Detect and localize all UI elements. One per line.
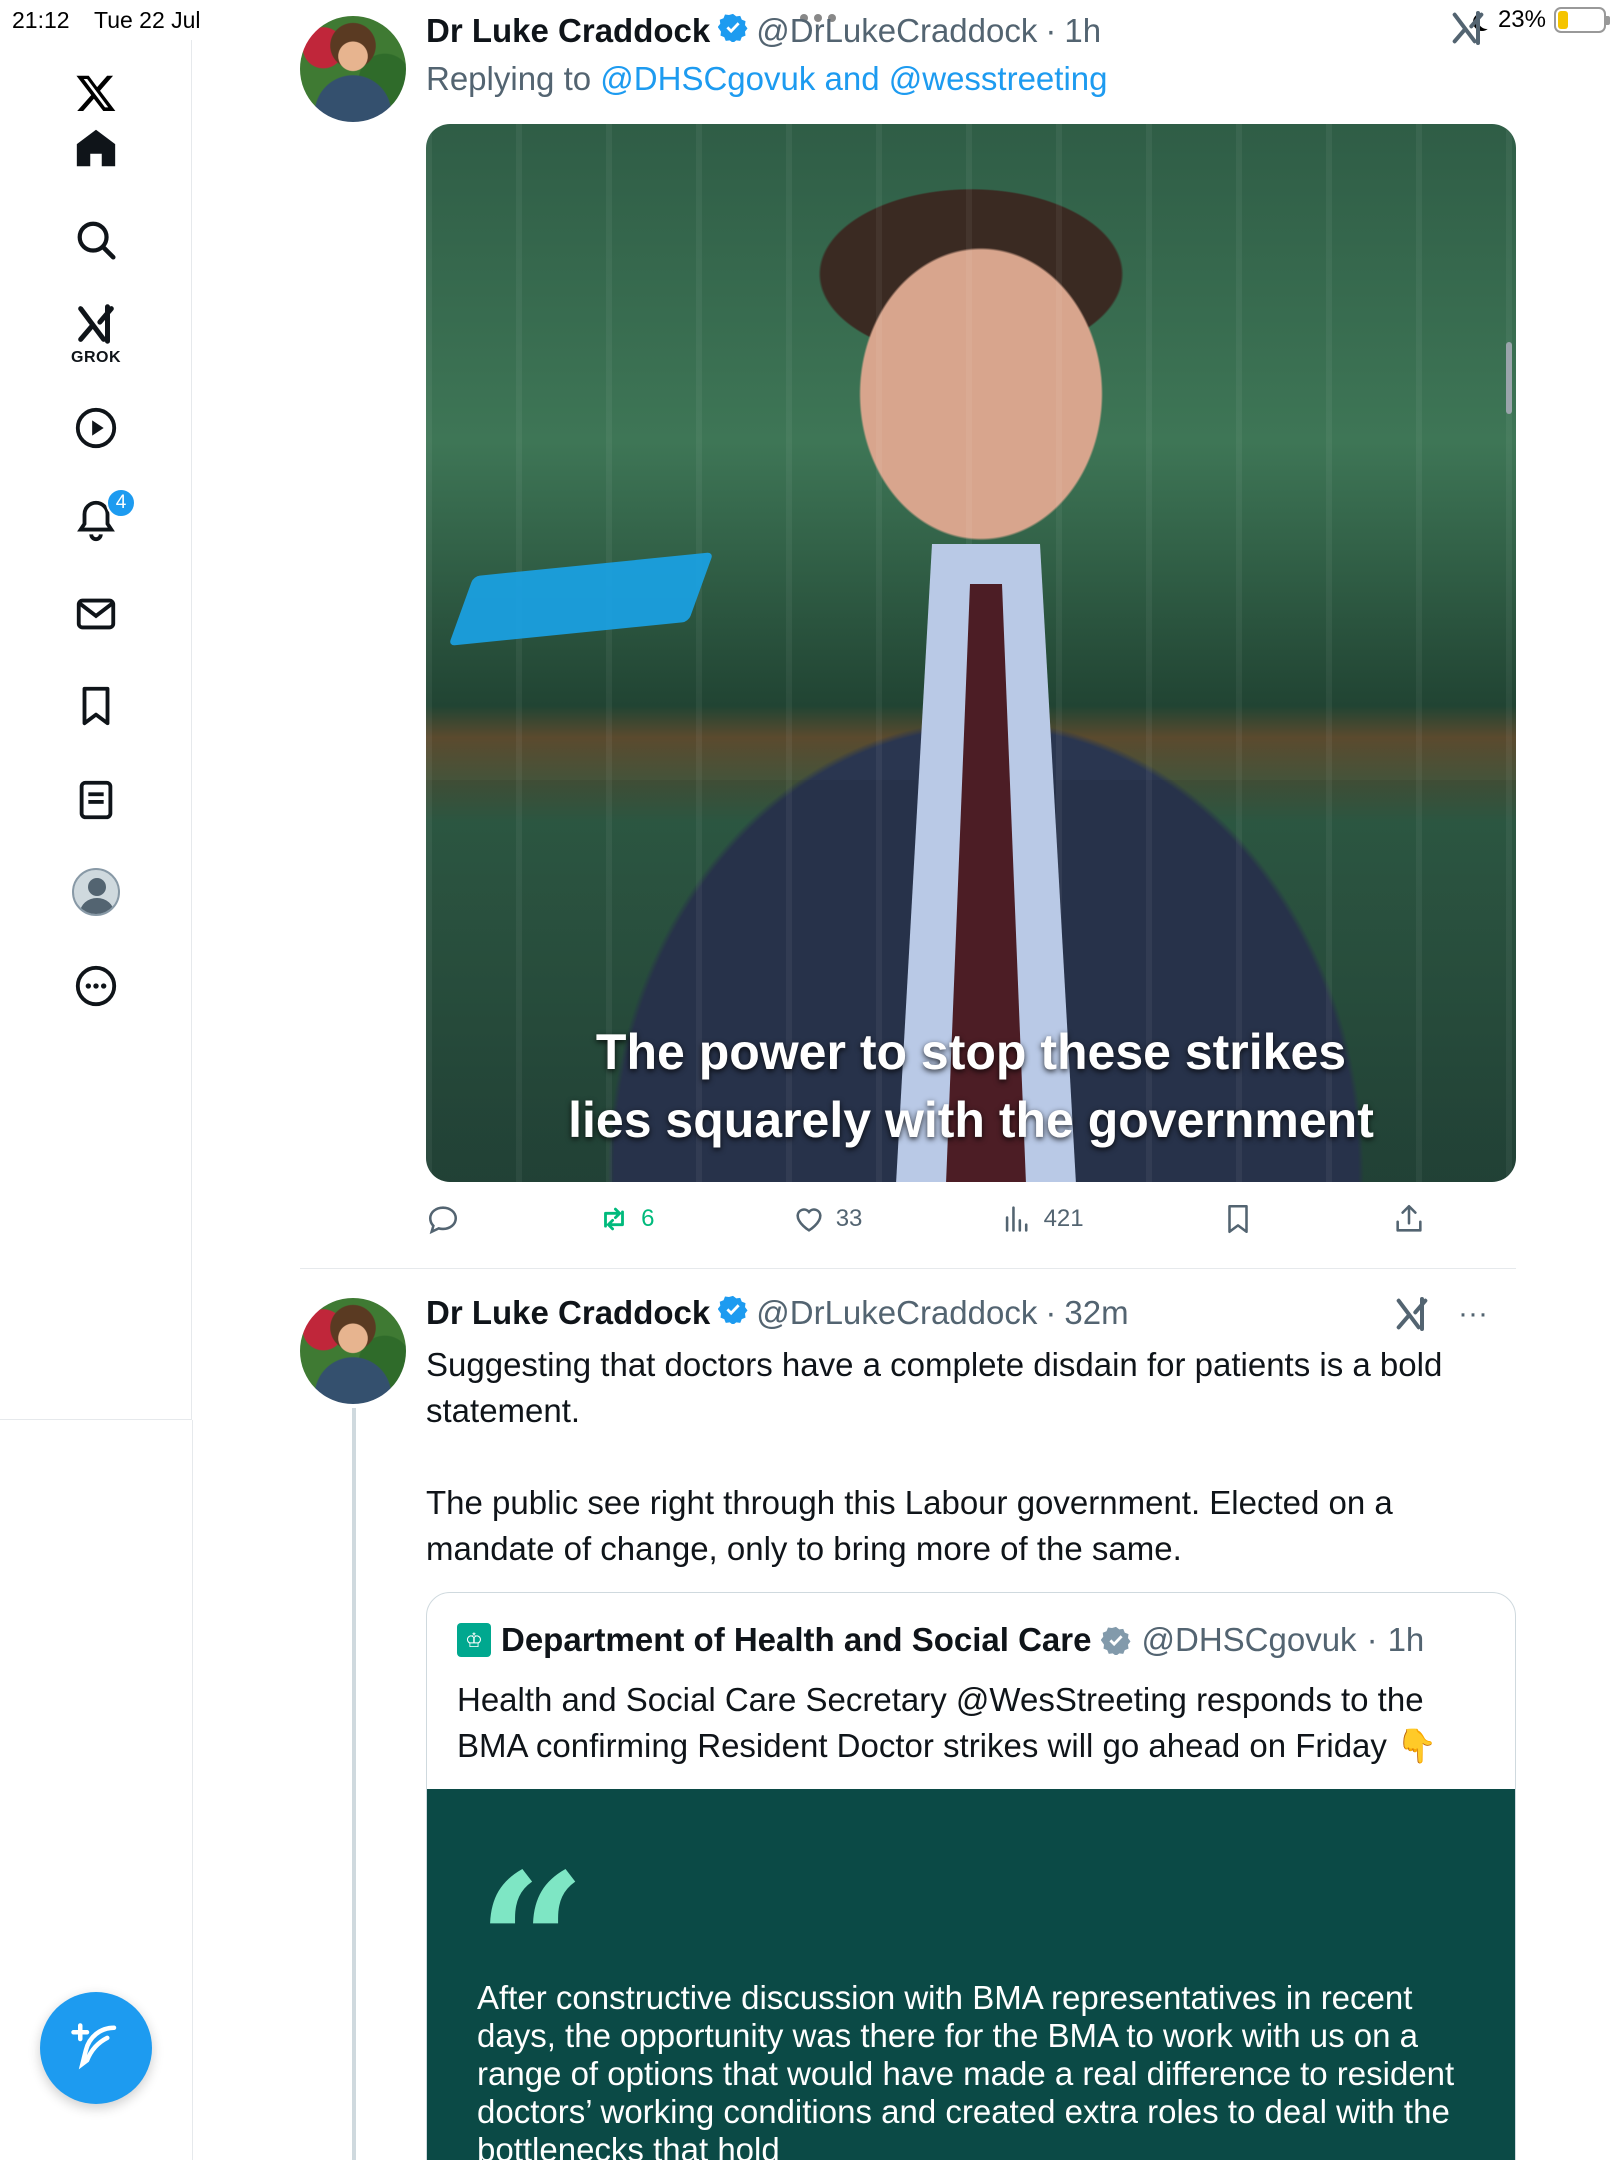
views-chart-icon [1005,1206,1028,1232]
reply-button[interactable] [426,1202,460,1236]
share-button[interactable] [1392,1202,1426,1236]
dhsc-crown-logo-icon: ♔ [457,1623,491,1657]
tweet-divider [300,1268,1516,1269]
search-icon[interactable] [56,200,136,280]
bookmark-icon [1228,1204,1248,1234]
profile-avatar[interactable] [56,852,136,932]
retweet-count: 6 [641,1205,655,1232]
timeline: Dr Luke Craddock @DrLukeCraddock · 1h Re… [300,0,1516,2160]
tweet-text: Suggesting that doctors have a complete … [426,1346,1443,1567]
grey-verified-badge-icon [1101,1626,1131,1655]
lists-icon[interactable] [56,760,136,840]
tweet-header: Dr Luke Craddock @DrLukeCraddock · 1h [426,12,1101,50]
thread-line [352,1408,356,2160]
more-options-icon[interactable]: ··· [1458,1297,1488,1331]
tweet-top-icons [1448,8,1488,48]
quoted-tweet-header: ♔ Department of Health and Social Care @… [457,1621,1424,1659]
tweet-time[interactable]: 32m [1064,1294,1128,1332]
notification-badge: 4 [106,488,136,518]
compose-post-button[interactable] [40,1992,152,2104]
messages-icon[interactable] [56,574,136,654]
notifications-icon[interactable]: 4 [56,480,136,560]
share-icon [1396,1204,1422,1232]
author-handle[interactable]: @DrLukeCraddock [756,12,1037,50]
videos-icon[interactable] [56,388,136,468]
video-caption: The power to stop these strikes lies squ… [426,1018,1516,1154]
grok-icon[interactable]: GROK [56,294,136,374]
views-button[interactable]: 421 [1000,1202,1084,1236]
reply-icon [428,1206,458,1235]
separator-dot: · [1045,1294,1057,1331]
tweet-video[interactable]: The power to stop these strikes lies squ… [426,124,1516,1182]
scrollbar-thumb[interactable] [1506,342,1512,414]
separator-dot: · [1045,12,1057,49]
quoted-tweet-time: 1h [1387,1621,1425,1658]
quoted-author-handle[interactable]: @DHSCgovuk [1141,1621,1356,1659]
battery-icon [1554,7,1610,33]
author-handle[interactable]: @DrLukeCraddock [756,1294,1037,1332]
bookmark-button[interactable] [1221,1202,1255,1236]
grok-icon[interactable] [1392,1294,1432,1334]
replying-to-label: Replying to [426,60,592,97]
quoted-tweet-image[interactable]: “ After constructive discussion with BMA… [427,1789,1515,2160]
feather-plus-icon [71,2023,117,2070]
home-icon[interactable] [56,108,136,188]
video-caption-line: lies squarely with the government [568,1092,1374,1148]
quoted-image-text: After constructive discussion with BMA r… [477,1979,1455,2160]
tweet-time[interactable]: 1h [1064,12,1101,50]
author-avatar[interactable] [300,1298,406,1404]
like-button[interactable]: 33 [792,1202,863,1236]
video-caption-line: The power to stop these strikes [595,1024,1347,1080]
tweet-actions: 6 33 421 [426,1202,1426,1236]
more-icon[interactable] [56,946,136,1026]
author-name[interactable]: Dr Luke Craddock [426,12,710,50]
quoted-tweet-text: Health and Social Care Secretary @WesStr… [457,1681,1438,1764]
separator-dot: · [1366,1621,1378,1658]
verified-badge-icon [718,13,748,42]
like-count: 33 [835,1205,863,1232]
views-count: 421 [1043,1205,1084,1232]
heart-icon [796,1208,822,1232]
grok-label: GROK [71,349,121,366]
replying-to-mentions[interactable]: @DHSCgovuk and @wesstreeting [600,60,1107,97]
author-avatar[interactable] [300,16,406,122]
author-name[interactable]: Dr Luke Craddock [426,1294,710,1332]
grok-icon[interactable] [1448,8,1488,48]
replying-to: Replying to @DHSCgovuk and @wesstreeting [426,60,1108,98]
sidebar-divider [192,1420,193,2160]
bookmarks-icon[interactable] [56,666,136,746]
status-time: 21:12 [12,7,70,33]
retweet-button[interactable]: 6 [597,1202,655,1236]
tweet-top-icons: ··· [1392,1294,1488,1334]
default-avatar-icon [72,868,120,916]
quoted-author-name[interactable]: Department of Health and Social Care [501,1621,1091,1659]
sidebar: GROK 4 [0,40,192,1420]
verified-badge-icon [718,1295,748,1324]
quoted-tweet[interactable]: ♔ Department of Health and Social Care @… [426,1592,1516,2160]
retweet-icon [604,1207,625,1231]
status-date: Tue 22 Jul [94,7,201,33]
tweet-header: Dr Luke Craddock @DrLukeCraddock · 32m [426,1294,1129,1332]
